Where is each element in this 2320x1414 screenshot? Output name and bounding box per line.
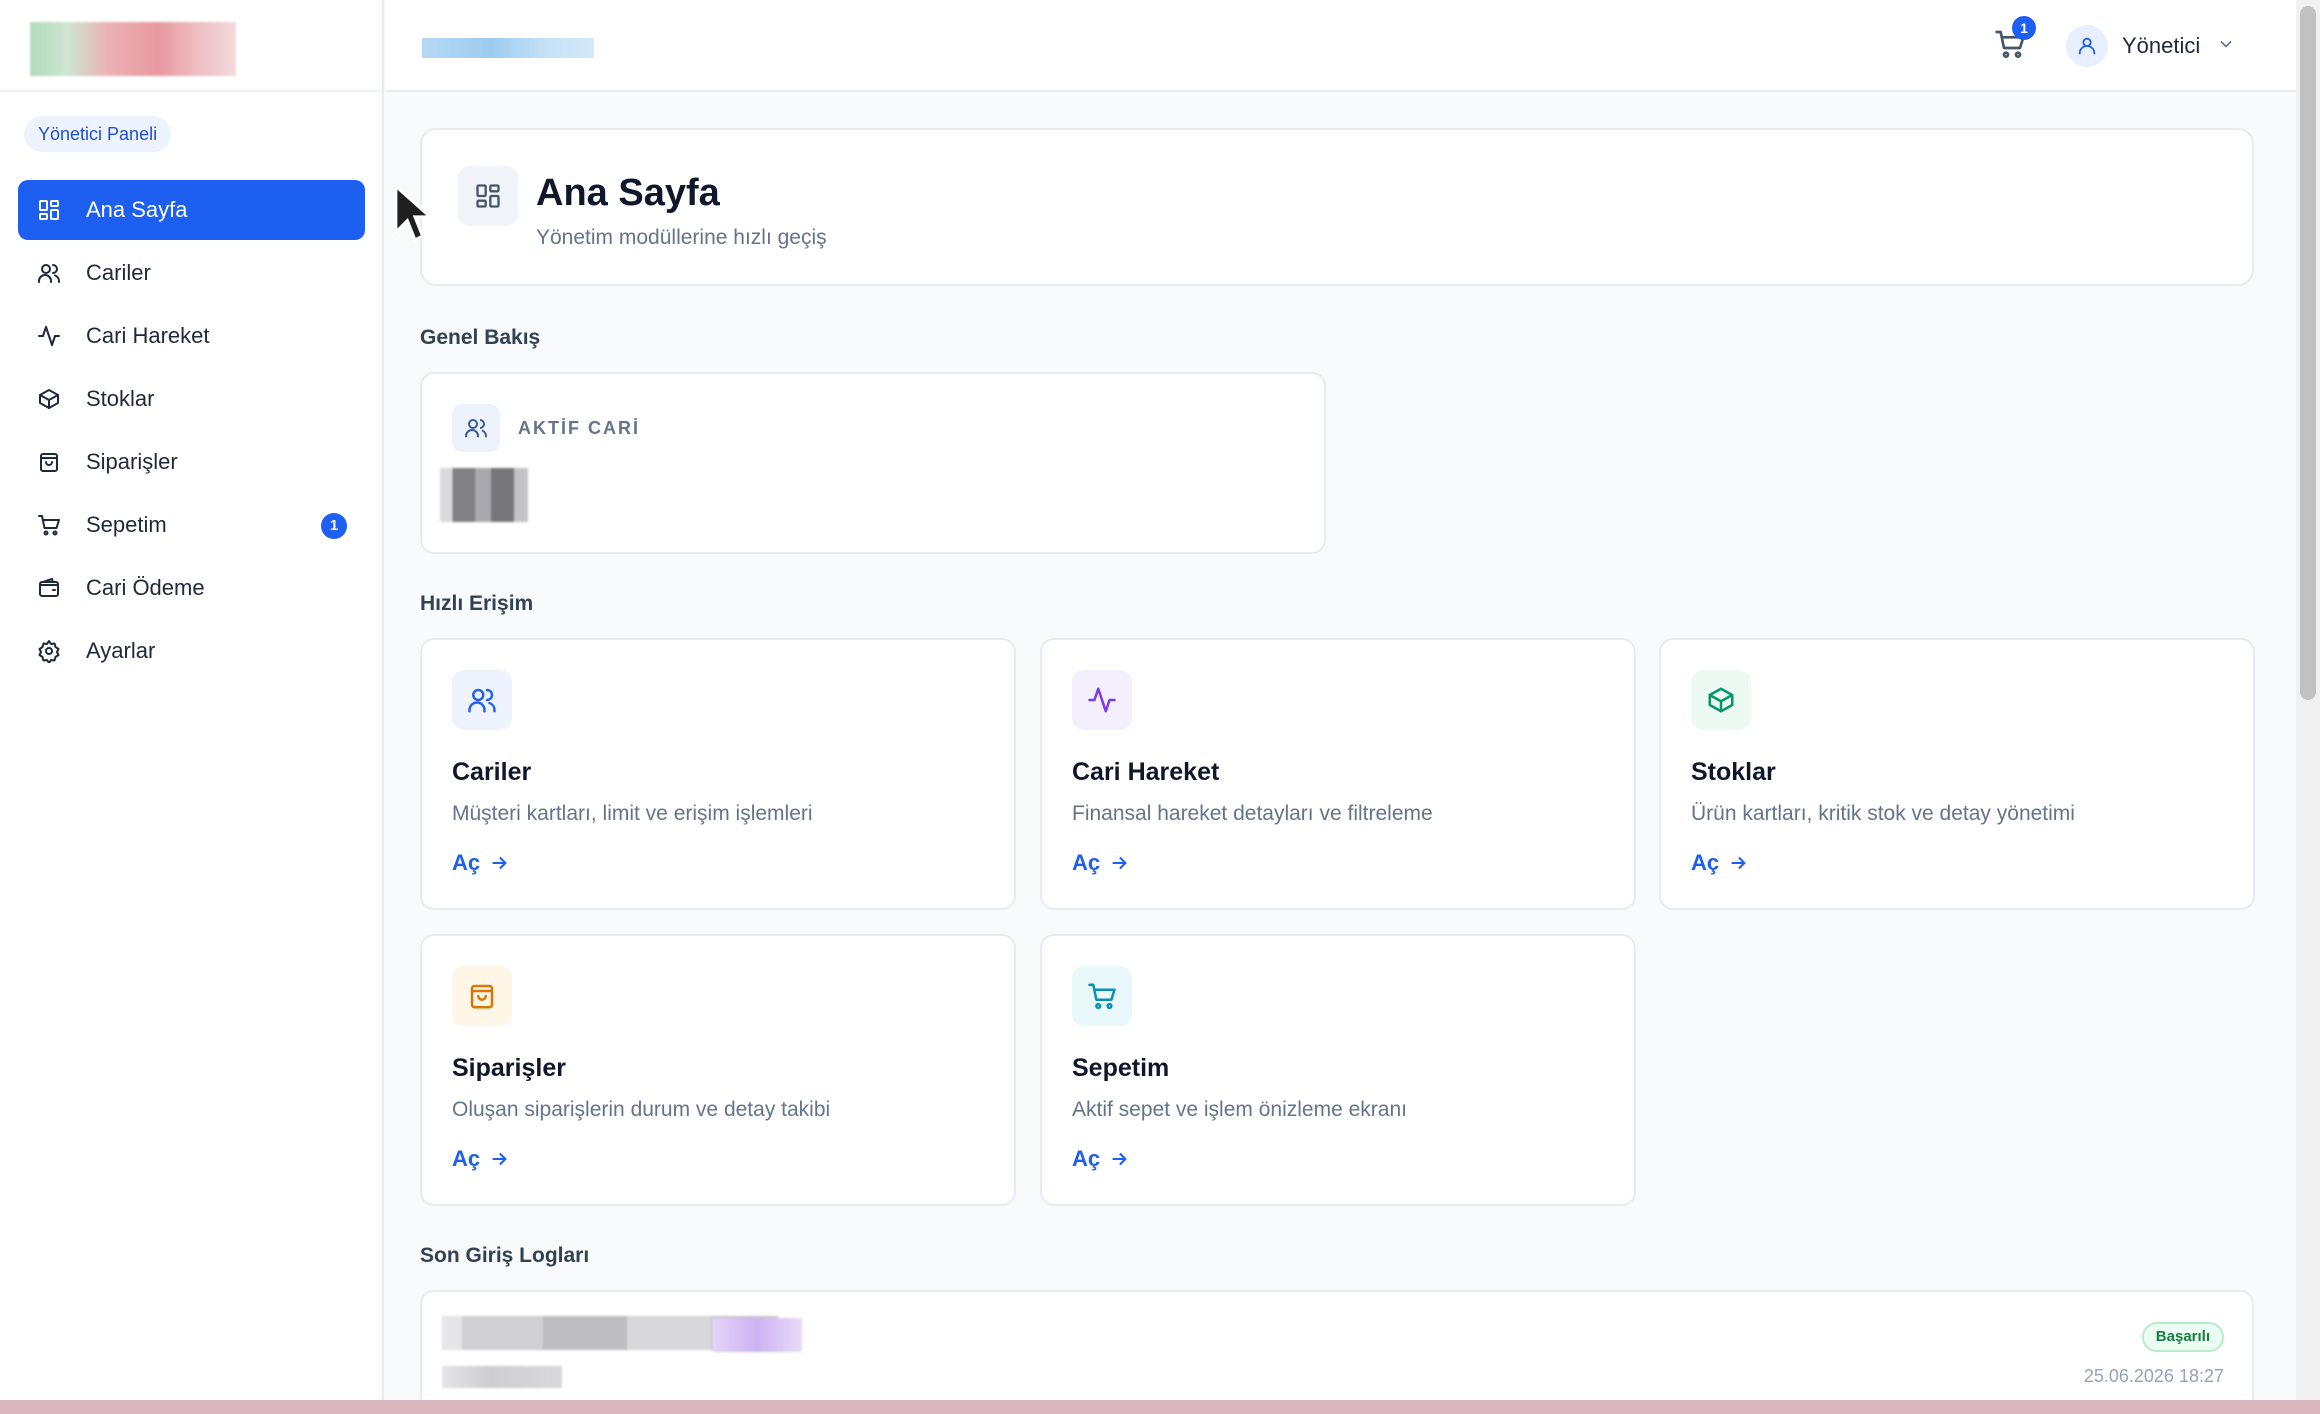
chevron-down-icon [2216, 34, 2236, 59]
page-title: Ana Sayfa [536, 172, 720, 214]
user-icon [2078, 37, 2096, 55]
grid-icon [36, 197, 62, 223]
role-pill: Yönetici Paneli [24, 116, 172, 152]
box-icon [1691, 670, 1751, 730]
avatar [2066, 25, 2108, 67]
user-name: Yönetici [2122, 33, 2201, 58]
arrow-right-icon [1731, 856, 1746, 870]
stat-card-aktif-cari: AKTİF CARİ [420, 372, 1326, 554]
sidebar-item-cariler[interactable]: Cariler [18, 243, 365, 303]
sidebar-item-label: Cariler [86, 260, 151, 285]
cart-icon [1994, 30, 2026, 64]
cart-badge: 1 [321, 513, 347, 539]
quick-card-stoklar[interactable]: Stoklar Ürün kartları, kritik stok ve de… [1659, 638, 2255, 910]
sidebar-item-label: Stoklar [86, 386, 155, 411]
gear-icon [36, 638, 62, 664]
quick-card-siparisler[interactable]: Siparişler Oluşan siparişlerin durum ve … [420, 934, 1016, 1206]
sidebar-item-label: Cari Hareket [86, 323, 210, 348]
user-menu[interactable]: Yönetici [2066, 24, 2236, 68]
sidebar-item-stoklar[interactable]: Stoklar [18, 369, 365, 429]
log-timestamp: 25.06.2026 18:27 [2083, 1366, 2224, 1386]
card-description: Müşteri kartları, limit ve erişim işleml… [452, 802, 813, 825]
activity-icon [1072, 670, 1132, 730]
arrow-right-icon [1112, 1152, 1127, 1166]
activity-icon [36, 323, 62, 349]
sidebar-nav: Ana Sayfa Cariler Cari Hareket Stoklar S… [18, 180, 365, 684]
card-description: Finansal hareket detayları ve filtreleme [1072, 802, 1433, 825]
card-description: Aktif sepet ve işlem önizleme ekranı [1072, 1098, 1407, 1121]
quick-card-sepetim[interactable]: Sepetim Aktif sepet ve işlem önizleme ek… [1040, 934, 1636, 1206]
sidebar-item-cari-hareket[interactable]: Cari Hareket [18, 306, 365, 366]
bag-icon [36, 449, 62, 475]
cart-icon [36, 512, 62, 538]
sidebar-item-sepetim[interactable]: Sepetim 1 [18, 495, 365, 555]
sidebar-item-label: Siparişler [86, 449, 178, 474]
sidebar-item-siparisler[interactable]: Siparişler [18, 432, 365, 492]
users-icon [452, 404, 500, 452]
log-entry: Başarılı 25.06.2026 18:27 [420, 1290, 2254, 1414]
arrow-right-icon [1112, 856, 1127, 870]
arrow-right-icon [492, 856, 507, 870]
logs-section-title: Son Giriş Logları [420, 1244, 590, 1267]
sidebar-item-cari-odeme[interactable]: Cari Ödeme [18, 558, 365, 618]
card-title: Stoklar [1691, 758, 1776, 786]
sidebar-item-label: Cari Ödeme [86, 575, 205, 600]
card-title: Cariler [452, 758, 532, 786]
open-link[interactable]: Aç [1691, 850, 1749, 876]
log-detail [442, 1366, 562, 1388]
cart-icon [1072, 966, 1132, 1026]
brand-text [422, 38, 594, 58]
bag-icon [452, 966, 512, 1026]
logo-area[interactable] [0, 0, 382, 92]
logo [30, 22, 236, 76]
users-icon [452, 670, 512, 730]
open-link[interactable]: Aç [452, 850, 510, 876]
page-header: Ana Sayfa Yönetim modüllerine hızlı geçi… [420, 128, 2254, 286]
scrollbar[interactable] [2296, 0, 2320, 1414]
sidebar-item-ayarlar[interactable]: Ayarlar [18, 621, 365, 681]
page-subtitle: Yönetim modüllerine hızlı geçiş [536, 226, 827, 249]
box-icon [36, 386, 62, 412]
arrow-right-icon [492, 1152, 507, 1166]
sidebar-item-label: Ana Sayfa [86, 197, 188, 222]
status-badge: Başarılı [2141, 1322, 2224, 1352]
card-title: Siparişler [452, 1054, 566, 1082]
scrollbar-thumb[interactable] [2300, 6, 2316, 700]
quick-card-cari-hareket[interactable]: Cari Hareket Finansal hareket detayları … [1040, 638, 1636, 910]
card-title: Sepetim [1072, 1054, 1170, 1082]
open-link[interactable]: Aç [1072, 850, 1130, 876]
log-tag [712, 1318, 802, 1352]
grid-icon [458, 166, 518, 226]
card-title: Cari Hareket [1072, 758, 1220, 786]
sidebar: Yönetici Paneli Ana Sayfa Cariler Cari H… [0, 0, 384, 1414]
quick-access-section-title: Hızlı Erişim [420, 592, 534, 615]
open-link[interactable]: Aç [1072, 1146, 1130, 1172]
open-link[interactable]: Aç [452, 1146, 510, 1172]
sidebar-item-label: Sepetim [86, 512, 167, 537]
overview-section-title: Genel Bakış [420, 326, 541, 349]
users-icon [36, 260, 62, 286]
mouse-cursor-icon [394, 182, 435, 243]
sidebar-item-label: Ayarlar [86, 638, 156, 663]
card-description: Oluşan siparişlerin durum ve detay takib… [452, 1098, 831, 1121]
quick-card-cariler[interactable]: Cariler Müşteri kartları, limit ve erişi… [420, 638, 1016, 910]
cart-count-badge: 1 [2012, 16, 2036, 40]
topbar: 1 Yönetici [386, 0, 2296, 92]
window-edge [0, 1400, 2320, 1414]
sidebar-item-ana-sayfa[interactable]: Ana Sayfa [18, 180, 365, 240]
card-description: Ürün kartları, kritik stok ve detay yöne… [1691, 802, 2075, 825]
stat-value [440, 468, 528, 522]
stat-label: AKTİF CARİ [518, 418, 640, 438]
wallet-icon [36, 575, 62, 601]
